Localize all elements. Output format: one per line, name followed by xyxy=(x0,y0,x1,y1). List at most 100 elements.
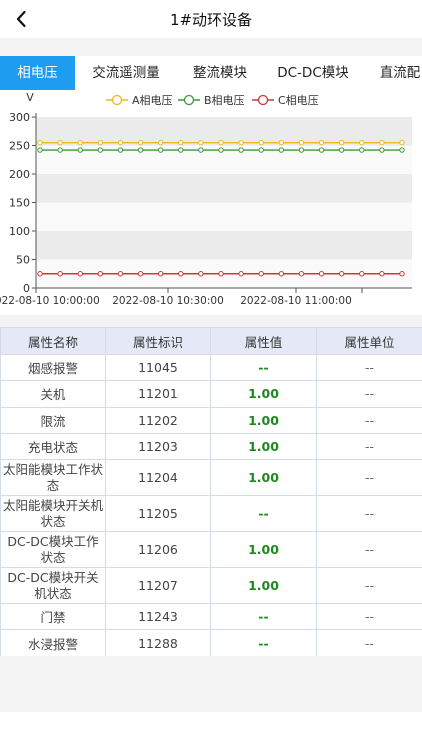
data-point xyxy=(318,271,325,277)
property-value: 1.00 xyxy=(210,531,317,569)
property-unit: -- xyxy=(316,531,422,569)
table-row: DC-DC模块开关机状态 11207 1.00 -- xyxy=(0,567,422,605)
tab-dc-distribution[interactable]: 直流配 xyxy=(370,56,422,90)
property-id: 11204 xyxy=(105,459,211,497)
column-header-id: 属性标识 xyxy=(105,327,211,355)
property-id: 11243 xyxy=(105,603,211,631)
tab-rectifier-module[interactable]: 整流模块 xyxy=(180,56,260,90)
back-button[interactable] xyxy=(10,6,32,32)
data-point xyxy=(258,147,264,153)
tab-dcdc-module[interactable]: DC-DC模块 xyxy=(270,56,356,90)
x-tick-label: 2022-08-10 10:30:00 xyxy=(112,295,224,307)
data-point xyxy=(359,147,365,153)
property-value: 1.00 xyxy=(210,380,317,408)
property-unit: -- xyxy=(316,406,422,434)
legend-marker xyxy=(257,94,269,106)
tab-bar: 相电压 交流遥测量 整流模块 DC-DC模块 直流配 xyxy=(0,56,422,90)
table-header-row: 属性名称 属性标识 属性值 属性单位 xyxy=(0,327,422,355)
data-point xyxy=(178,139,184,146)
page-title: 1#动环设备 xyxy=(169,10,253,29)
data-point xyxy=(57,139,63,146)
data-point xyxy=(338,271,345,277)
data-point xyxy=(258,271,264,277)
data-point xyxy=(238,139,244,146)
data-point xyxy=(238,271,244,277)
property-name: 充电状态 xyxy=(0,432,106,461)
property-value: -- xyxy=(210,353,317,382)
legend-marker xyxy=(183,94,195,106)
property-value: -- xyxy=(210,603,317,631)
data-point xyxy=(379,147,385,153)
table-row: 门禁 11243 -- -- xyxy=(0,603,422,631)
data-point xyxy=(117,139,124,146)
chart-band xyxy=(36,231,412,260)
property-name: 太阳能模块工作状态 xyxy=(0,459,106,497)
y-tick-label: 300 xyxy=(9,111,30,124)
table-row: DC-DC模块工作状态 11206 1.00 -- xyxy=(0,531,422,569)
property-value: 1.00 xyxy=(210,567,317,605)
data-point xyxy=(278,139,285,146)
property-value: 1.00 xyxy=(210,432,317,461)
data-point xyxy=(117,271,124,277)
data-point xyxy=(399,147,405,153)
data-point xyxy=(218,271,224,277)
column-header-name: 属性名称 xyxy=(0,327,106,355)
data-point xyxy=(338,147,345,153)
legend-label: B相电压 xyxy=(204,94,245,107)
y-tick-label: 250 xyxy=(9,140,30,153)
data-point xyxy=(198,139,204,146)
data-point xyxy=(37,139,43,146)
data-point xyxy=(57,271,63,277)
data-point xyxy=(218,147,224,153)
phase-voltage-chart: 0 50 100 150 200 250 300 V 2022-08-10 10:00:00 2… xyxy=(0,91,412,307)
property-name: 限流 xyxy=(0,406,106,434)
data-point xyxy=(157,147,164,153)
x-tick-label: 2022-08-10 11:00:00 xyxy=(240,295,352,307)
property-id: 11201 xyxy=(105,380,211,408)
data-point xyxy=(359,139,365,146)
y-tick-label: 150 xyxy=(9,197,30,210)
property-name: DC-DC模块开关机状态 xyxy=(0,567,106,605)
property-id: 11203 xyxy=(105,432,211,461)
data-point xyxy=(338,139,345,146)
property-value: -- xyxy=(210,495,317,533)
data-point xyxy=(258,139,264,146)
table-row: 太阳能模块开关机状态 11205 -- -- xyxy=(0,495,422,533)
data-point xyxy=(137,139,144,146)
data-point xyxy=(157,139,164,146)
property-name: 门禁 xyxy=(0,603,106,631)
data-point xyxy=(117,147,124,153)
property-id: 11207 xyxy=(105,567,211,605)
data-point xyxy=(77,139,83,146)
chart-band xyxy=(36,174,412,203)
tab-phase-voltage[interactable]: 相电压 xyxy=(0,56,75,90)
data-point xyxy=(97,271,104,277)
chart-band xyxy=(36,117,412,146)
legend-label: A相电压 xyxy=(132,94,173,107)
property-unit: -- xyxy=(316,432,422,461)
property-id: 11206 xyxy=(105,531,211,569)
property-unit: -- xyxy=(316,495,422,533)
property-value: 1.00 xyxy=(210,459,317,497)
tab-ac-telemetry[interactable]: 交流遥测量 xyxy=(80,56,172,90)
spacer xyxy=(0,38,422,56)
property-name: DC-DC模块工作状态 xyxy=(0,531,106,569)
data-point xyxy=(178,271,184,277)
y-tick-label: 200 xyxy=(9,168,30,181)
column-header-value: 属性值 xyxy=(210,327,317,355)
data-point xyxy=(278,147,285,153)
data-point xyxy=(399,271,405,277)
data-point xyxy=(379,271,385,277)
y-axis-label: V xyxy=(26,91,34,104)
spacer xyxy=(0,315,422,327)
bottom-spacer xyxy=(0,656,422,712)
header-bar: 1#动环设备 xyxy=(0,0,422,38)
data-point xyxy=(218,139,224,146)
property-value: 1.00 xyxy=(210,406,317,434)
data-point xyxy=(399,139,405,146)
data-point xyxy=(37,147,43,153)
property-name: 关机 xyxy=(0,380,106,408)
property-unit: -- xyxy=(316,567,422,605)
y-tick-label: 100 xyxy=(9,225,30,238)
property-unit: -- xyxy=(316,629,422,657)
